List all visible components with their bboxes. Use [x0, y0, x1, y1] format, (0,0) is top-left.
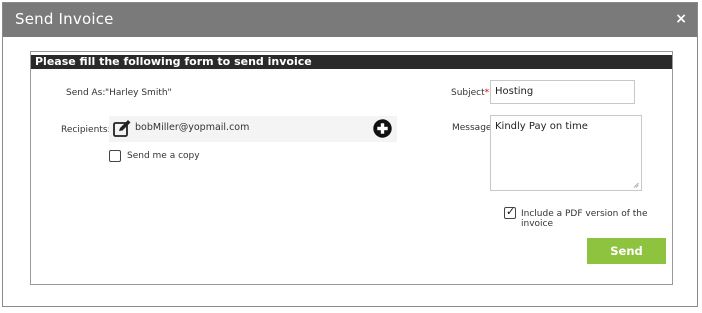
send-as-value: "Harley Smith" [105, 88, 172, 98]
message-label: Message: [452, 123, 495, 133]
form-panel: Please fill the following form to send i… [30, 51, 673, 285]
add-recipient-button[interactable] [373, 119, 392, 138]
edit-icon[interactable] [112, 119, 132, 139]
form-header: Please fill the following form to send i… [31, 55, 672, 69]
message-text: Kindly Pay on time [495, 121, 588, 132]
recipient-email: bobMiller@yopmail.com [135, 122, 250, 133]
send-as-label: Send As: [66, 88, 106, 98]
subject-label: Subject*: [451, 88, 492, 98]
plus-circle-icon [373, 119, 392, 138]
recipients-label: Recipients: [61, 125, 111, 135]
message-textarea[interactable]: Kindly Pay on time [490, 115, 642, 191]
subject-input[interactable]: Hosting [490, 80, 635, 104]
send-copy-checkbox[interactable] [109, 150, 121, 162]
dialog-title: Send Invoice [15, 10, 114, 28]
send-button[interactable]: Send [587, 238, 666, 264]
resize-grip-icon[interactable] [633, 182, 639, 188]
send-copy-label: Send me a copy [127, 151, 200, 161]
dialog-titlebar: Send Invoice × [3, 3, 697, 37]
subject-label-text: Subject [451, 88, 485, 98]
close-button[interactable]: × [675, 11, 687, 27]
include-pdf-checkbox[interactable]: ✓ [504, 205, 516, 219]
checkmark-icon: ✓ [506, 205, 516, 218]
recipient-row: bobMiller@yopmail.com [109, 116, 397, 142]
include-pdf-label: Include a PDF version of the invoice [521, 209, 648, 229]
send-invoice-dialog: Send Invoice × Please fill the following… [2, 2, 698, 307]
